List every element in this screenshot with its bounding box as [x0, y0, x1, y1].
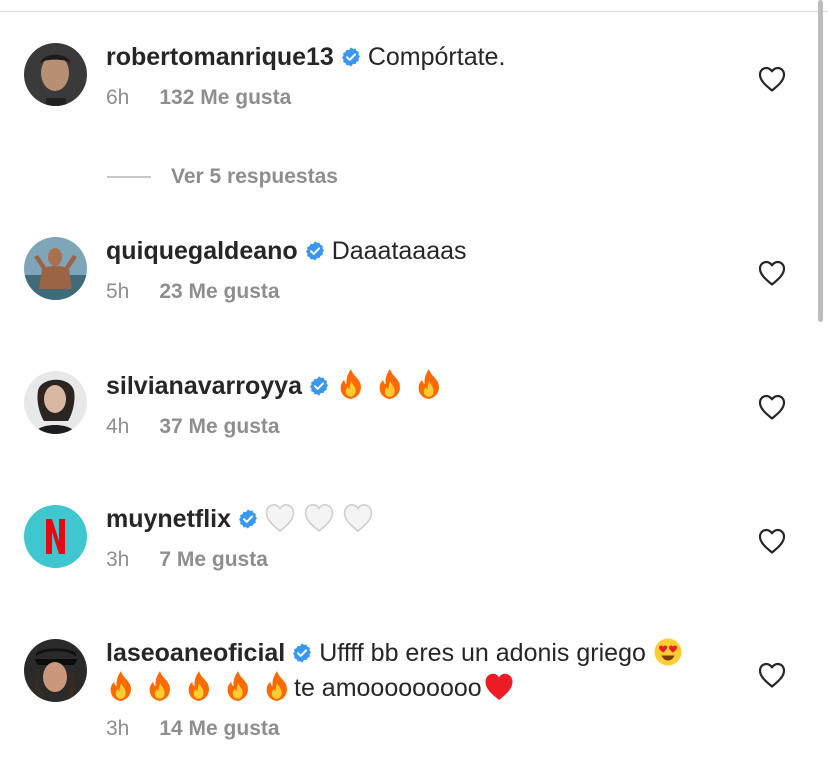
heart-outline-icon[interactable]: [758, 662, 786, 688]
likes-count[interactable]: 23 Me gusta: [159, 280, 279, 303]
fire-emoji-icon: [145, 670, 175, 702]
red-heart-emoji-icon: [484, 672, 514, 702]
verified-badge-icon: [237, 508, 259, 530]
comment-meta: 4h 37 Me gusta: [106, 415, 726, 439]
avatar[interactable]: [24, 371, 87, 434]
heart-outline-icon[interactable]: [758, 260, 786, 286]
heart-outline-icon[interactable]: [758, 66, 786, 92]
timestamp: 3h: [106, 717, 130, 740]
likes-count[interactable]: 14 Me gusta: [159, 717, 279, 740]
white-heart-emoji-icon: [304, 503, 334, 533]
comment-meta: 6h 132 Me gusta: [106, 86, 726, 110]
username[interactable]: laseoaneoficial: [106, 639, 285, 667]
comment-meta: 3h 14 Me gusta: [106, 717, 726, 741]
comment-text: quiquegaldeano Daaataaaas: [106, 234, 726, 268]
white-heart-emoji-icon: [343, 503, 373, 533]
verified-badge-icon: [308, 375, 330, 397]
comment-body: Uffff bb eres un adonis griego: [319, 639, 646, 667]
scrollbar[interactable]: [818, 0, 823, 322]
likes-count[interactable]: 37 Me gusta: [159, 415, 279, 438]
comment-text: robertomanrique13 Compórtate.: [106, 40, 726, 74]
fire-emoji-icon: [184, 670, 214, 702]
heart-outline-icon[interactable]: [758, 394, 786, 420]
fire-emoji-icon: [262, 670, 292, 702]
comment-text: laseoaneoficial Uffff bb eres un adonis g…: [106, 636, 726, 705]
replies-line: [107, 176, 151, 178]
comment-body: Compórtate.: [367, 43, 506, 71]
likes-count[interactable]: 7 Me gusta: [159, 548, 268, 571]
comment-text: silvianavarroyya: [106, 368, 726, 403]
fire-emoji-icon: [106, 670, 136, 702]
timestamp: 5h: [106, 280, 130, 303]
timestamp: 3h: [106, 548, 130, 571]
fire-emoji-icon: [375, 368, 405, 400]
username[interactable]: silvianavarroyya: [106, 372, 302, 400]
fire-emoji-icon: [336, 368, 366, 400]
avatar[interactable]: [24, 639, 87, 702]
view-replies-label: Ver 5 respuestas: [171, 165, 338, 188]
heart-eyes-emoji-icon: [653, 637, 683, 667]
username[interactable]: robertomanrique13: [106, 43, 334, 71]
fire-emoji-icon: [414, 368, 444, 400]
verified-badge-icon: [304, 240, 326, 262]
timestamp: 6h: [106, 86, 130, 109]
verified-badge-icon: [291, 642, 313, 664]
comment-text: muynetflix: [106, 502, 726, 536]
heart-outline-icon[interactable]: [758, 528, 786, 554]
top-divider: [0, 11, 828, 12]
username[interactable]: muynetflix: [106, 505, 231, 533]
comment-body-tail: te amooooooooo: [294, 674, 482, 702]
username[interactable]: quiquegaldeano: [106, 237, 298, 265]
comment-meta: 3h 7 Me gusta: [106, 548, 726, 572]
timestamp: 4h: [106, 415, 130, 438]
view-replies-button[interactable]: Ver 5 respuestas: [107, 162, 338, 192]
fire-emoji-icon: [223, 670, 253, 702]
avatar[interactable]: [24, 43, 87, 106]
white-heart-emoji-icon: [265, 503, 295, 533]
avatar[interactable]: [24, 505, 87, 568]
verified-badge-icon: [340, 46, 362, 68]
comment-meta: 5h 23 Me gusta: [106, 280, 726, 304]
avatar[interactable]: [24, 237, 87, 300]
comment-body: Daaataaaas: [331, 237, 467, 265]
likes-count[interactable]: 132 Me gusta: [159, 86, 291, 109]
